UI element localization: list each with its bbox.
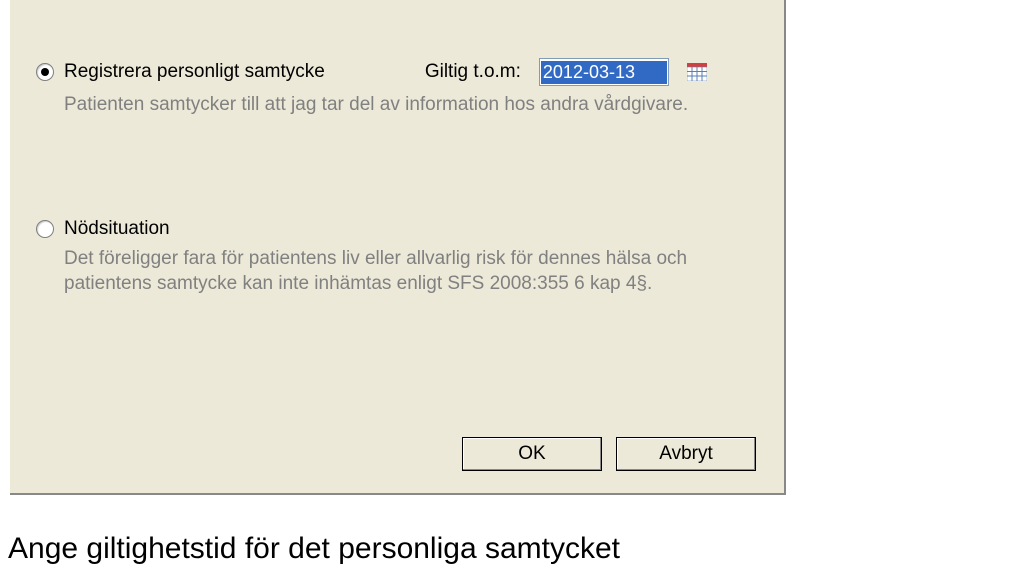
- option-register-row: Registrera personligt samtycke Giltig t.…: [36, 58, 758, 86]
- button-bar: OK Avbryt: [462, 437, 756, 471]
- option-emergency-desc: Det föreligger fara för patientens liv e…: [64, 246, 758, 297]
- option-emergency-row: Nödsituation: [36, 218, 758, 240]
- ok-button[interactable]: OK: [462, 437, 602, 471]
- option-emergency-group: Nödsituation Det föreligger fara för pat…: [10, 200, 784, 309]
- date-input-wrap[interactable]: [539, 58, 669, 86]
- option-register-group: Registrera personligt samtycke Giltig t.…: [10, 40, 784, 130]
- page-caption: Ange giltighetstid för det personliga sa…: [8, 532, 620, 566]
- radio-emergency[interactable]: [36, 220, 54, 238]
- date-input[interactable]: [541, 61, 667, 84]
- radio-emergency-label: Nödsituation: [64, 218, 170, 240]
- option-register-desc: Patienten samtycker till att jag tar del…: [64, 92, 758, 118]
- radio-register[interactable]: [36, 63, 54, 81]
- radio-register-label: Registrera personligt samtycke: [64, 61, 325, 83]
- cancel-button[interactable]: Avbryt: [616, 437, 756, 471]
- consent-dialog: Registrera personligt samtycke Giltig t.…: [10, 0, 786, 495]
- calendar-icon[interactable]: [687, 63, 707, 81]
- valid-until-label: Giltig t.o.m:: [425, 61, 521, 83]
